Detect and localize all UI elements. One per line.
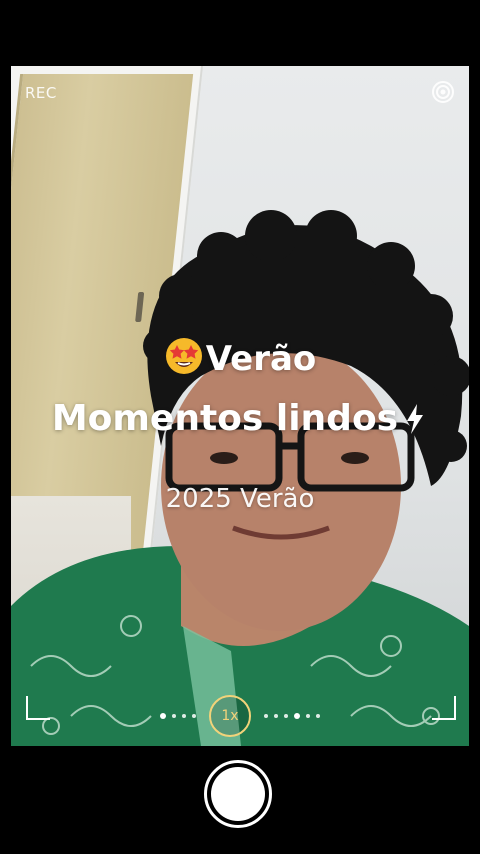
zoom-1x-button[interactable]: 1x (209, 695, 251, 737)
zoom-tick (294, 713, 300, 719)
zoom-tick (306, 714, 310, 718)
overlay-title-text: Verão (205, 339, 317, 379)
zoom-tick (192, 714, 196, 718)
overlay-subtitle-text: Momentos lindos (51, 398, 399, 439)
shutter-button-inner (211, 767, 265, 821)
zoom-tick (284, 714, 288, 718)
zoom-tick (160, 713, 166, 719)
target-icon[interactable] (431, 80, 455, 104)
lightning-icon[interactable] (402, 402, 428, 436)
overlay-title: Verão (0, 336, 480, 379)
star-struck-emoji (164, 336, 204, 376)
rec-label: REC (25, 84, 57, 102)
zoom-selector: 1x (0, 695, 480, 737)
zoom-tick (316, 714, 320, 718)
zoom-tick (182, 714, 186, 718)
overlay-year-caption: 2025 Verão (165, 484, 315, 514)
zoom-tick (172, 714, 176, 718)
zoom-tick (264, 714, 268, 718)
zoom-tick (274, 714, 278, 718)
overlay-subtitle: Momentos lindos (0, 398, 480, 439)
shutter-button[interactable] (204, 760, 272, 828)
